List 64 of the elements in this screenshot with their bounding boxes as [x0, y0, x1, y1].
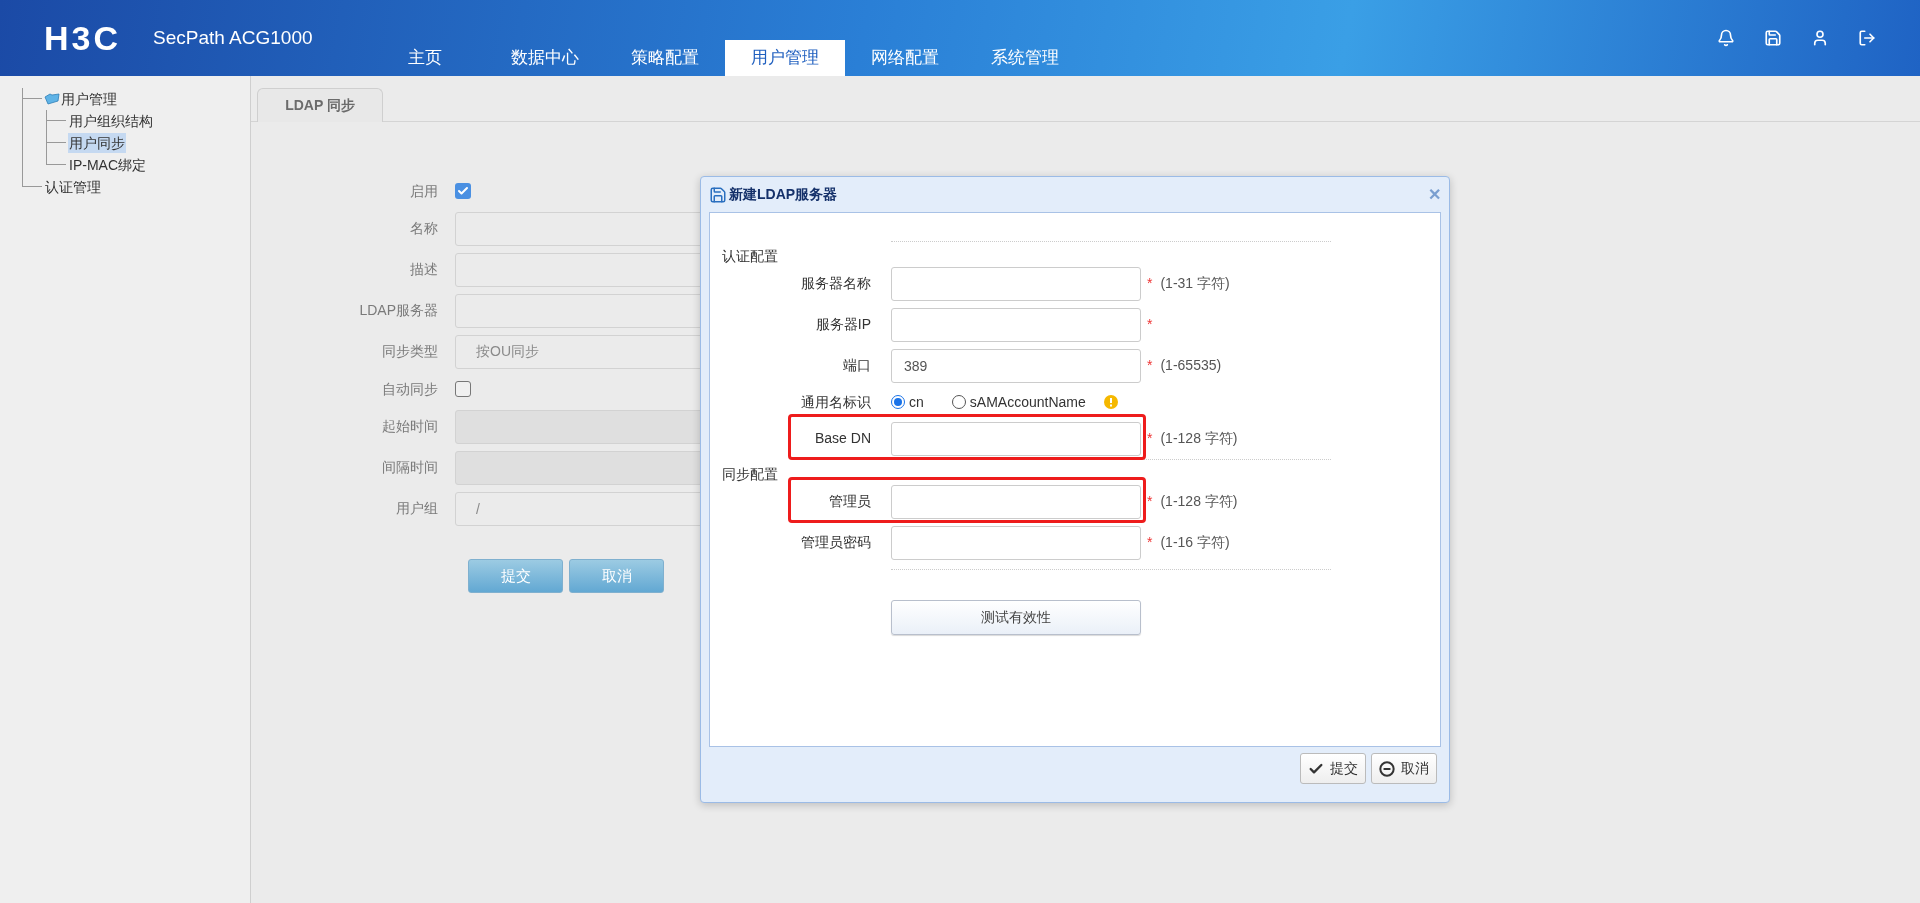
nav-tab[interactable]: 数据中心: [485, 40, 605, 76]
field-hint: (1-128 字符): [1160, 429, 1238, 448]
field-label: 同步类型: [381, 342, 438, 361]
input-field[interactable]: 389: [891, 348, 1141, 383]
tree-item[interactable]: 用户组织结构: [68, 111, 154, 131]
field-label: 自动同步: [381, 379, 438, 399]
field-label: 通用名标识: [800, 392, 871, 412]
logout-icon[interactable]: [1858, 29, 1876, 47]
field-label: 服务器IP: [814, 315, 871, 334]
field-label: 管理员: [828, 492, 871, 511]
dialog-title: 新建LDAP服务器: [729, 185, 838, 204]
field-label: 用户组: [395, 499, 438, 518]
field-hint: (1-16 字符): [1160, 533, 1230, 552]
test-button[interactable]: 测试有效性: [891, 600, 1141, 635]
field-label: Base DN: [813, 429, 871, 448]
required-mark: *: [1147, 429, 1153, 448]
nav-tab[interactable]: 用户管理: [725, 40, 845, 76]
field-label: 管理员密码: [800, 533, 871, 552]
tree-item[interactable]: 用户同步: [68, 133, 126, 153]
nav-tab[interactable]: 主页: [365, 40, 485, 76]
section-title: 同步配置: [721, 465, 779, 484]
section-title: 认证配置: [721, 247, 779, 266]
tab[interactable]: LDAP 同步: [257, 88, 383, 122]
required-mark: *: [1147, 533, 1153, 552]
field-label: 启用: [409, 181, 438, 201]
radio-label: sAMAccountName: [969, 392, 1086, 412]
product-name: SecPath ACG1000: [153, 25, 313, 50]
floppy-icon: [709, 185, 727, 204]
field-label: 服务器名称: [800, 274, 871, 293]
nav-tab[interactable]: 网络配置: [845, 40, 965, 76]
footer-button[interactable]: 取消: [1371, 753, 1437, 784]
field-hint: (1-128 字符): [1160, 492, 1238, 511]
field-label: 描述: [409, 260, 438, 279]
user-icon[interactable]: [1811, 29, 1829, 47]
input-field[interactable]: [891, 525, 1141, 560]
field-hint: (1-31 字符): [1160, 274, 1230, 293]
checkbox[interactable]: [455, 381, 471, 397]
input-field[interactable]: [891, 484, 1141, 519]
nav-tab[interactable]: 策略配置: [605, 40, 725, 76]
tree-item[interactable]: 用户管理: [60, 89, 118, 109]
required-mark: *: [1147, 274, 1153, 293]
input-field[interactable]: [891, 307, 1141, 342]
required-mark: *: [1147, 356, 1153, 375]
field-label: LDAP服务器: [358, 301, 438, 320]
minus-circle-icon: [1379, 760, 1395, 777]
bell-icon[interactable]: [1717, 29, 1735, 47]
check-icon: [457, 185, 469, 197]
tree-item[interactable]: 认证管理: [44, 177, 102, 197]
input-field[interactable]: [891, 266, 1141, 301]
tree-item[interactable]: IP-MAC绑定: [68, 155, 147, 175]
footer-button[interactable]: 提交: [1300, 753, 1366, 784]
save-icon[interactable]: [1764, 29, 1782, 47]
nav-tab[interactable]: 系统管理: [965, 40, 1085, 76]
logo: H3C: [44, 17, 122, 59]
required-mark: *: [1147, 492, 1153, 511]
field-hint: (1-65535): [1160, 356, 1222, 375]
field-label: 名称: [409, 219, 438, 238]
field-label: 间隔时间: [381, 458, 438, 477]
checkbox[interactable]: [455, 183, 471, 199]
folder-icon: [44, 93, 60, 105]
radio-label: cn: [909, 392, 924, 412]
input-field[interactable]: [891, 421, 1141, 456]
required-mark: *: [1147, 315, 1153, 334]
field-label: 起始时间: [381, 417, 438, 436]
